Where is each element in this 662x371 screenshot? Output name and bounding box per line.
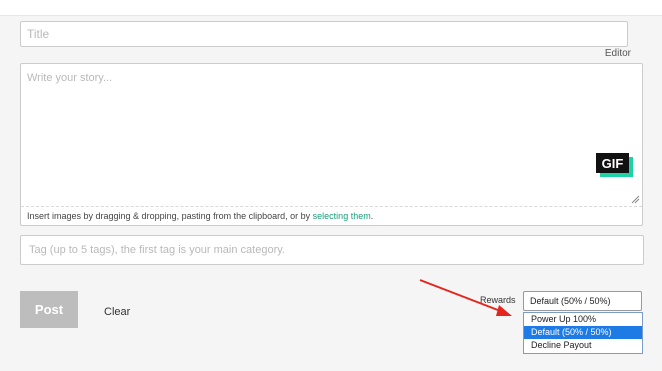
rewards-dropdown-list: Power Up 100% Default (50% / 50%) Declin… bbox=[523, 312, 643, 354]
post-button[interactable]: Post bbox=[20, 291, 78, 328]
rewards-select[interactable]: Default (50% / 50%) bbox=[523, 291, 642, 311]
story-editor: GIF Insert images by dragging & dropping… bbox=[20, 63, 643, 226]
select-images-link[interactable]: selecting them bbox=[313, 211, 371, 221]
resize-grip-icon[interactable] bbox=[631, 195, 640, 204]
top-header-bar bbox=[0, 0, 662, 16]
title-input[interactable] bbox=[20, 21, 628, 47]
rewards-option-default[interactable]: Default (50% / 50%) bbox=[524, 326, 642, 339]
editor-toggle-link[interactable]: Editor bbox=[605, 48, 631, 59]
rewards-label: Rewards bbox=[480, 295, 516, 305]
gif-button[interactable]: GIF bbox=[596, 153, 633, 177]
image-upload-hint: Insert images by dragging & dropping, pa… bbox=[21, 206, 642, 225]
image-upload-hint-text: Insert images by dragging & dropping, pa… bbox=[27, 211, 313, 221]
image-upload-hint-period: . bbox=[370, 211, 374, 221]
clear-button[interactable]: Clear bbox=[104, 306, 130, 318]
rewards-option-decline-payout[interactable]: Decline Payout bbox=[524, 339, 642, 352]
story-textarea[interactable] bbox=[21, 64, 642, 206]
gif-button-label: GIF bbox=[596, 153, 629, 173]
tags-input[interactable] bbox=[20, 235, 644, 265]
rewards-option-power-up[interactable]: Power Up 100% bbox=[524, 313, 642, 326]
